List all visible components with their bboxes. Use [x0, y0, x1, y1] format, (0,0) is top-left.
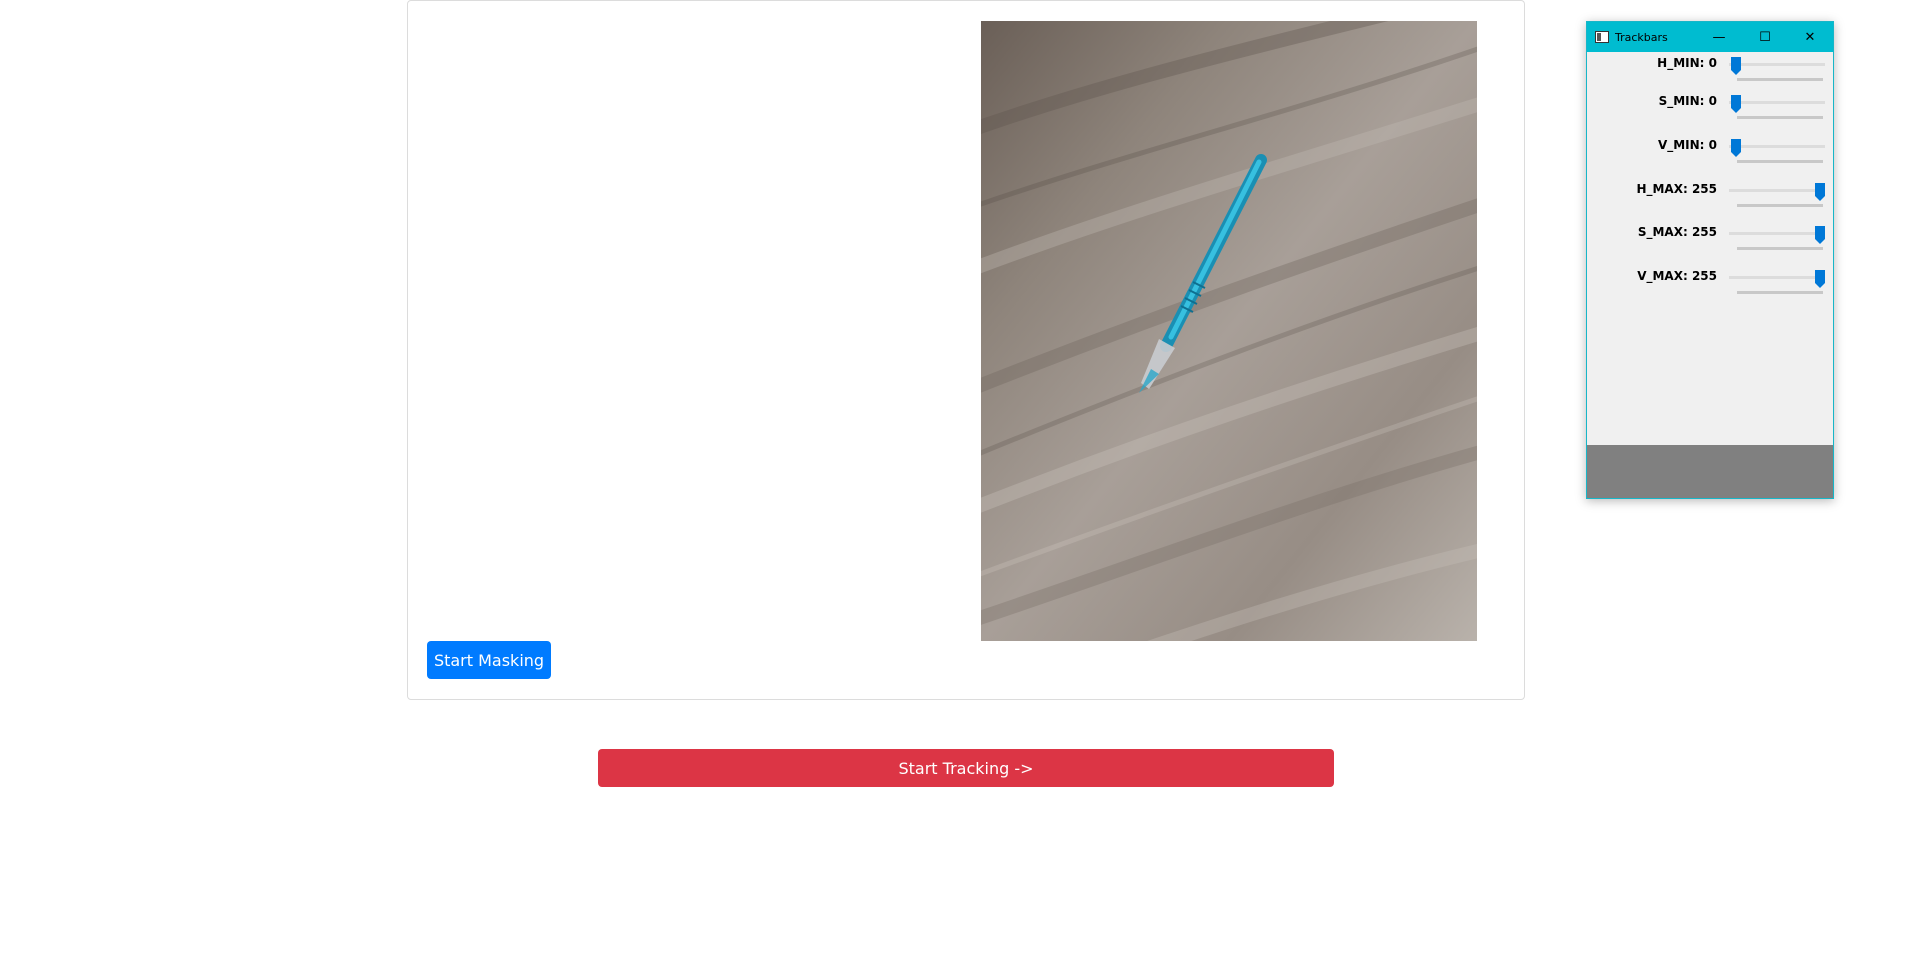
slider-thumb[interactable] [1731, 95, 1741, 113]
slider-row-v-max: V_MAX: 255 [1587, 269, 1833, 299]
pen-on-wood-photo [981, 21, 1477, 641]
slider-track-underline [1737, 291, 1823, 294]
trackbars-titlebar[interactable]: Trackbars — ☐ ✕ [1587, 22, 1833, 52]
slider-track[interactable] [1729, 145, 1825, 148]
slider-thumb[interactable] [1815, 183, 1825, 201]
slider-thumb[interactable] [1731, 139, 1741, 157]
slider-track-underline [1737, 116, 1823, 119]
start-tracking-button[interactable]: Start Tracking -> [598, 749, 1334, 787]
slider-label: S_MAX: 255 [1637, 225, 1717, 239]
slider-track[interactable] [1729, 232, 1825, 235]
slider-track[interactable] [1729, 189, 1825, 192]
camera-feed-image [981, 21, 1477, 641]
slider-track-underline [1737, 160, 1823, 163]
slider-label: H_MAX: 255 [1636, 182, 1717, 196]
window-app-icon [1595, 31, 1609, 43]
slider-row-s-min: S_MIN: 0 [1587, 94, 1833, 124]
slider-track-underline [1737, 78, 1823, 81]
slider-thumb[interactable] [1731, 57, 1741, 75]
maximize-icon[interactable]: ☐ [1742, 22, 1788, 52]
close-icon[interactable]: ✕ [1787, 22, 1833, 52]
slider-label: V_MIN: 0 [1657, 138, 1717, 152]
start-masking-button[interactable]: Start Masking [427, 641, 551, 679]
trackbars-window: Trackbars — ☐ ✕ H_MIN: 0 S_MIN: 0 V_MIN:… [1586, 21, 1834, 499]
slider-row-v-min: V_MIN: 0 [1587, 138, 1833, 168]
slider-row-h-min: H_MIN: 0 [1587, 56, 1833, 86]
slider-track-underline [1737, 204, 1823, 207]
minimize-icon[interactable]: — [1696, 22, 1742, 52]
slider-track[interactable] [1729, 276, 1825, 279]
slider-label: S_MIN: 0 [1658, 94, 1717, 108]
slider-row-h-max: H_MAX: 255 [1587, 182, 1833, 212]
slider-label: V_MAX: 255 [1637, 269, 1717, 283]
trackbars-image-area [1587, 445, 1833, 498]
slider-thumb[interactable] [1815, 270, 1825, 288]
slider-track[interactable] [1729, 63, 1825, 66]
window-title: Trackbars [1615, 30, 1668, 44]
slider-track[interactable] [1729, 101, 1825, 104]
slider-thumb[interactable] [1815, 226, 1825, 244]
slider-track-underline [1737, 247, 1823, 250]
slider-label: H_MIN: 0 [1657, 56, 1717, 70]
slider-row-s-max: S_MAX: 255 [1587, 225, 1833, 255]
